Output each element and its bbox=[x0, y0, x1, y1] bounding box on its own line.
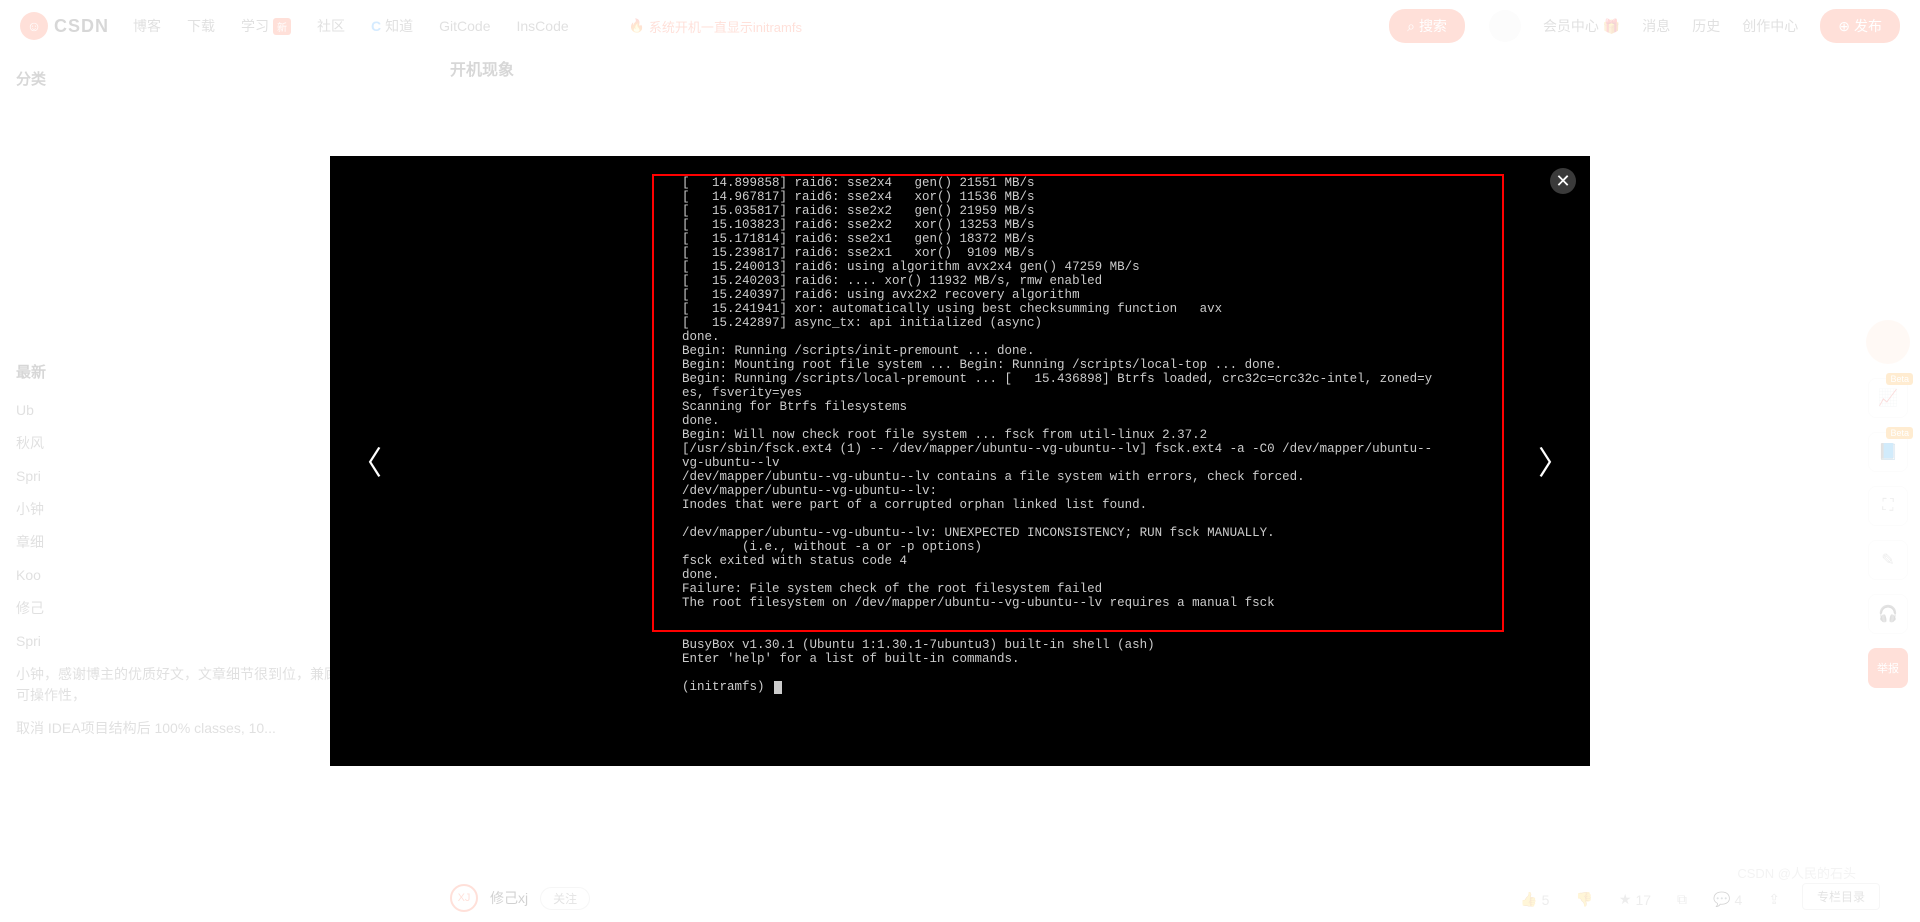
terminal-image: [ 14.899858] raid6: sse2x4 gen() 21551 M… bbox=[652, 156, 1530, 766]
close-icon: ✕ bbox=[1555, 171, 1570, 192]
prev-image-button[interactable]: 〈 bbox=[330, 418, 402, 504]
chevron-right-icon: 〉 bbox=[1538, 445, 1570, 481]
close-button[interactable]: ✕ bbox=[1550, 168, 1576, 194]
terminal-text: [ 14.899858] raid6: sse2x4 gen() 21551 M… bbox=[682, 176, 1432, 694]
terminal-cursor bbox=[774, 681, 782, 694]
lightbox-overlay[interactable]: ✕ 〈 〉 [ 14.899858] raid6: sse2x4 gen() 2… bbox=[0, 0, 1920, 922]
terminal-output: [ 14.899858] raid6: sse2x4 gen() 21551 M… bbox=[652, 156, 1530, 704]
chevron-left-icon: 〈 bbox=[350, 445, 382, 481]
lightbox: ✕ 〈 〉 [ 14.899858] raid6: sse2x4 gen() 2… bbox=[330, 156, 1590, 766]
